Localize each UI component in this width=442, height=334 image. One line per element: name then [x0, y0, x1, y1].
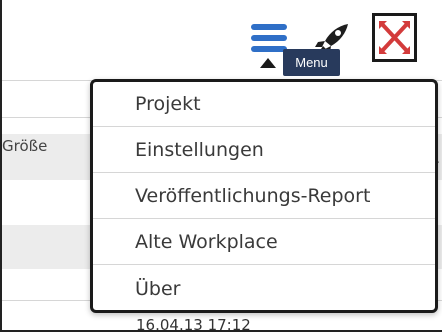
tooltip-arrow	[260, 58, 276, 68]
menu-tooltip: Menu	[283, 49, 340, 76]
hamburger-icon[interactable]	[251, 24, 287, 54]
dropdown-menu: Projekt Einstellungen Veröffentlichungs-…	[90, 79, 438, 313]
menu-item-alte-workplace[interactable]: Alte Workplace	[93, 220, 435, 265]
column-header-size[interactable]: Größe	[2, 137, 47, 155]
table-cell-date: 16.04.13 17:12	[136, 316, 251, 334]
menu-item-einstellungen[interactable]: Einstellungen	[93, 128, 435, 173]
menu-item-report[interactable]: Veröffentlichungs-Report	[93, 174, 435, 219]
menu-item-projekt[interactable]: Projekt	[93, 82, 435, 127]
menu-item-ueber[interactable]: Über	[93, 266, 435, 311]
x-icon	[379, 21, 410, 54]
x-icon-button[interactable]	[372, 13, 417, 62]
